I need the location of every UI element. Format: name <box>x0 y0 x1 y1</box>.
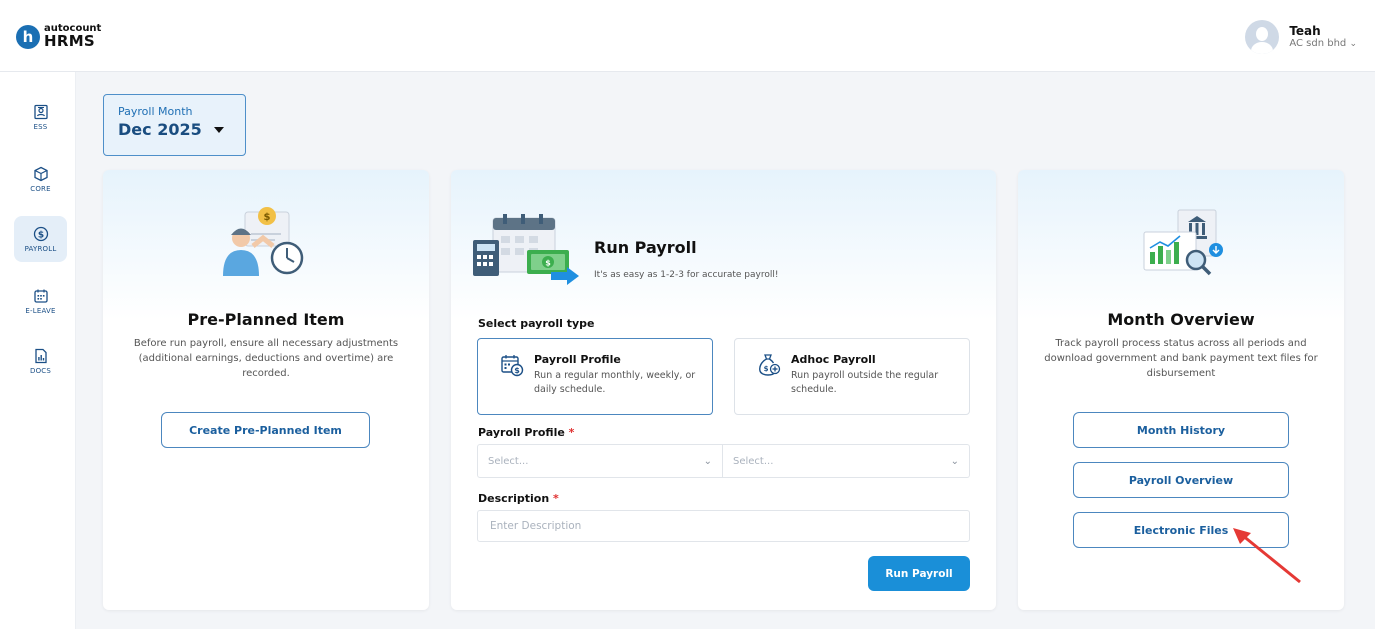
document-chart-icon <box>34 348 47 363</box>
avatar <box>1245 20 1280 54</box>
sidebar-label: DOCS <box>29 366 52 375</box>
run-payroll-card: $ Run Payroll It's as easy as 1-2-3 for … <box>451 170 996 610</box>
payroll-month-label: Payroll Month <box>118 105 193 118</box>
run-payroll-title: Run Payroll <box>594 238 697 257</box>
svg-text:$: $ <box>514 366 520 375</box>
chevron-down-icon: ⌄ <box>703 455 712 467</box>
sidebar-label: PAYROLL <box>24 244 57 253</box>
sidebar-label: ESS <box>33 122 48 131</box>
sidebar-item-ess[interactable]: ESS <box>14 94 67 140</box>
description-input[interactable] <box>477 510 970 542</box>
payroll-type-adhoc-option[interactable]: $ Adhoc Payroll Run payroll outside the … <box>734 338 970 415</box>
calendar-dollar-icon: $ <box>501 355 524 377</box>
id-card-icon <box>33 104 48 119</box>
user-name: Teah <box>1289 23 1321 38</box>
sidebar-item-payroll[interactable]: $ PAYROLL <box>14 216 67 262</box>
payroll-overview-button[interactable]: Payroll Overview <box>1073 462 1289 498</box>
required-marker: * <box>553 492 559 505</box>
pre-planned-card: $ Pre-Planned Item Before run payroll, e… <box>103 170 429 610</box>
cube-icon <box>33 166 48 181</box>
pre-planned-illustration-icon: $ <box>223 207 304 276</box>
payroll-profile-label: Payroll Profile * <box>478 426 575 439</box>
month-history-button[interactable]: Month History <box>1073 412 1289 448</box>
top-bar: h autocount HRMS Teah AC sdn bhd ⌄ <box>0 0 1375 72</box>
select-placeholder: Select... <box>733 455 774 467</box>
payroll-profile-select[interactable]: Select... ⌄ <box>477 444 723 478</box>
payroll-type-description: Run a regular monthly, weekly, or daily … <box>534 370 696 395</box>
sidebar-label: E-LEAVE <box>25 306 56 315</box>
logo-big-text: HRMS <box>44 32 96 50</box>
month-overview-title: Month Overview <box>1107 310 1255 329</box>
create-pre-planned-item-button[interactable]: Create Pre-Planned Item <box>161 412 370 448</box>
pre-planned-description: Before run payroll, ensure all necessary… <box>133 338 399 379</box>
payroll-type-title: Adhoc Payroll <box>791 353 876 366</box>
svg-text:$: $ <box>37 230 43 240</box>
description-label: Description * <box>478 492 559 505</box>
pre-planned-title: Pre-Planned Item <box>187 310 345 329</box>
required-marker: * <box>568 426 575 439</box>
sidebar-item-e-leave[interactable]: E-LEAVE <box>14 278 67 324</box>
dollar-coin-icon: $ <box>33 226 48 241</box>
run-payroll-subtitle: It's as easy as 1-2-3 for accurate payro… <box>594 270 779 280</box>
chevron-down-icon: ⌄ <box>1349 39 1357 50</box>
payroll-type-description: Run payroll outside the regular schedule… <box>791 370 939 395</box>
run-payroll-illustration-icon: $ <box>473 214 579 285</box>
payroll-type-title: Payroll Profile <box>534 353 621 366</box>
payroll-type-profile-option[interactable]: $ Payroll Profile Run a regular monthly,… <box>477 338 713 415</box>
annotation-arrow-icon <box>1233 528 1301 584</box>
svg-text:$: $ <box>264 212 271 223</box>
logo-mark: h <box>16 24 40 49</box>
payroll-profile-period-select[interactable]: Select... ⌄ <box>723 444 970 478</box>
month-overview-illustration-icon <box>1143 209 1223 276</box>
app-logo[interactable]: h autocount HRMS <box>16 24 101 49</box>
sidebar: ESS CORE $ PAYROLL E-LEAVE DOCS <box>0 72 76 629</box>
month-overview-description: Track payroll process status across all … <box>1044 338 1318 379</box>
svg-text:$: $ <box>764 365 769 373</box>
chevron-down-icon: ⌄ <box>950 455 959 467</box>
sidebar-label: CORE <box>30 184 51 193</box>
user-menu[interactable]: Teah AC sdn bhd ⌄ <box>1245 20 1357 54</box>
calendar-icon <box>33 289 48 303</box>
svg-text:$: $ <box>545 259 551 268</box>
run-payroll-button[interactable]: Run Payroll <box>868 556 970 591</box>
payroll-month-value: Dec 2025 <box>118 120 202 139</box>
money-bag-icon: $ <box>759 354 781 376</box>
payroll-month-selector[interactable]: Payroll Month Dec 2025 <box>103 94 246 156</box>
user-company: AC sdn bhd <box>1289 38 1347 50</box>
select-payroll-type-label: Select payroll type <box>478 317 595 330</box>
sidebar-item-docs[interactable]: DOCS <box>14 338 67 384</box>
select-placeholder: Select... <box>488 455 529 467</box>
caret-down-icon <box>213 126 224 133</box>
sidebar-item-core[interactable]: CORE <box>14 156 67 202</box>
